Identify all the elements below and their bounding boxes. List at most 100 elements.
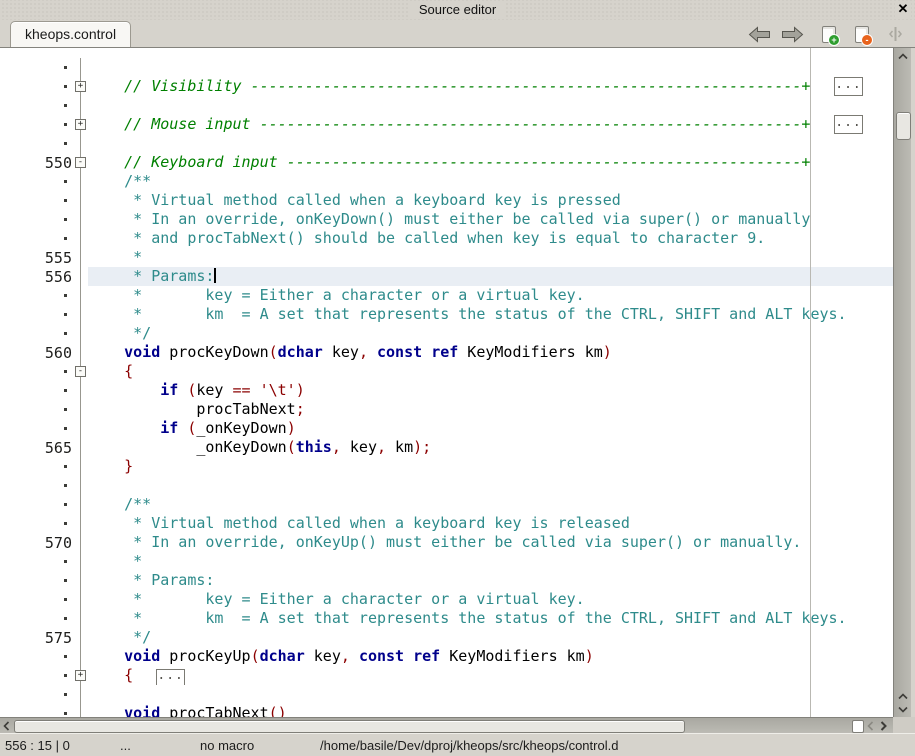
code-line[interactable]: + {... — [0, 666, 893, 685]
fold-expand-toggle[interactable]: + — [75, 81, 86, 92]
code-line[interactable]: - { — [0, 362, 893, 381]
code-line[interactable] — [0, 476, 893, 495]
horizontal-scrollbar[interactable] — [0, 717, 893, 733]
code-line[interactable]: * key = Either a character or a virtual … — [0, 590, 893, 609]
fold-cell — [74, 476, 88, 495]
scroll-left-button[interactable] — [0, 719, 13, 732]
code-line[interactable]: void procKeyUp(dchar key, const ref KeyM… — [0, 647, 893, 666]
vertical-scrollbar[interactable] — [893, 48, 911, 717]
code-line[interactable]: /** — [0, 172, 893, 191]
code-line[interactable]: 550- // Keyboard input -----------------… — [0, 153, 893, 172]
title-bar[interactable]: Source editor ✕ — [0, 0, 915, 20]
code-text[interactable]: * km = A set that represents the status … — [88, 609, 893, 628]
close-document-button[interactable]: - — [850, 24, 874, 44]
code-text[interactable]: * key = Either a character or a virtual … — [88, 286, 893, 305]
code-line[interactable]: 565 _onKeyDown(this, key, km); — [0, 438, 893, 457]
code-text[interactable] — [88, 685, 893, 704]
code-line[interactable]: /** — [0, 495, 893, 514]
code-text[interactable]: * In an override, onKeyDown() must eithe… — [88, 210, 893, 229]
code-line[interactable]: 570 * In an override, onKeyUp() must eit… — [0, 533, 893, 552]
code-text[interactable]: * Params: — [88, 571, 893, 590]
code-line[interactable]: */ — [0, 324, 893, 343]
horizontal-scrollbar-thumb[interactable] — [14, 720, 685, 733]
collapsed-fold-box[interactable]: ... — [834, 115, 863, 134]
code-line[interactable]: 555 * — [0, 248, 893, 267]
code-line[interactable]: void procTabNext() — [0, 704, 893, 717]
code-line[interactable]: * In an override, onKeyDown() must eithe… — [0, 210, 893, 229]
code-line[interactable] — [0, 134, 893, 153]
code-line[interactable]: * Virtual method called when a keyboard … — [0, 191, 893, 210]
line-number: 555 — [10, 248, 74, 267]
scroll-up-button[interactable] — [894, 50, 911, 63]
new-document-button[interactable]: + — [817, 24, 841, 44]
forward-button[interactable] — [780, 24, 804, 44]
code-text[interactable]: _onKeyDown(this, key, km); — [88, 438, 893, 457]
fold-expand-toggle[interactable]: + — [75, 670, 86, 681]
fold-collapse-toggle[interactable]: - — [75, 157, 86, 168]
code-line[interactable]: 556 * Params: — [0, 267, 893, 286]
code-text[interactable] — [88, 58, 893, 77]
back-button[interactable] — [747, 24, 771, 44]
code-line[interactable]: * km = A set that represents the status … — [0, 305, 893, 324]
code-line[interactable] — [0, 58, 893, 77]
code-text[interactable]: void procKeyDown(dchar key, const ref Ke… — [88, 343, 893, 362]
fold-cell — [74, 324, 88, 343]
code-text[interactable]: * km = A set that represents the status … — [88, 305, 893, 324]
code-line[interactable]: + // Mouse input -----------------------… — [0, 115, 893, 134]
scroll-right-button[interactable] — [877, 719, 890, 732]
code-text[interactable] — [88, 96, 893, 115]
code-text[interactable]: if (key == '\t') — [88, 381, 893, 400]
code-text[interactable]: void procKeyUp(dchar key, const ref KeyM… — [88, 647, 893, 666]
code-text[interactable] — [88, 476, 893, 495]
code-line[interactable] — [0, 685, 893, 704]
code-text[interactable]: void procTabNext() — [88, 704, 893, 717]
split-view-button[interactable] — [883, 24, 907, 44]
code-text[interactable] — [88, 134, 893, 153]
code-line[interactable]: if (key == '\t') — [0, 381, 893, 400]
code-line[interactable]: + // Visibility ------------------------… — [0, 77, 893, 96]
code-line[interactable]: * and procTabNext() should be called whe… — [0, 229, 893, 248]
vertical-scrollbar-thumb[interactable] — [896, 112, 911, 140]
code-line[interactable]: * Params: — [0, 571, 893, 590]
close-icon[interactable]: ✕ — [895, 1, 911, 17]
collapsed-fold-box[interactable]: ... — [156, 669, 185, 685]
code-text[interactable]: * and procTabNext() should be called whe… — [88, 229, 893, 248]
code-text[interactable]: {... — [88, 666, 893, 685]
code-line[interactable]: * km = A set that represents the status … — [0, 609, 893, 628]
code-line[interactable]: * — [0, 552, 893, 571]
code-text[interactable]: * key = Either a character or a virtual … — [88, 590, 893, 609]
code-text[interactable]: } — [88, 457, 893, 476]
tab-kheops-control[interactable]: kheops.control — [10, 21, 131, 47]
scroll-left-button-right[interactable] — [864, 719, 877, 732]
code-line[interactable]: procTabNext; — [0, 400, 893, 419]
code-text[interactable]: // Visibility --------------------------… — [88, 77, 893, 96]
code-text[interactable]: /** — [88, 495, 893, 514]
code-line[interactable]: * Virtual method called when a keyboard … — [0, 514, 893, 533]
code-text[interactable]: /** — [88, 172, 893, 191]
code-line[interactable]: * key = Either a character or a virtual … — [0, 286, 893, 305]
code-line[interactable]: 575 */ — [0, 628, 893, 647]
code-text[interactable]: * In an override, onKeyUp() must either … — [88, 533, 893, 552]
line-dot-icon — [64, 218, 67, 221]
code-text[interactable]: * Params: — [88, 267, 893, 286]
code-text[interactable]: // Mouse input -------------------------… — [88, 115, 893, 134]
code-text[interactable]: * — [88, 248, 893, 267]
code-text[interactable]: * Virtual method called when a keyboard … — [88, 514, 893, 533]
code-line[interactable] — [0, 96, 893, 115]
fold-collapse-toggle[interactable]: - — [75, 366, 86, 377]
scroll-down-button[interactable] — [894, 703, 911, 716]
code-text[interactable]: procTabNext; — [88, 400, 893, 419]
code-text[interactable]: if (_onKeyDown) — [88, 419, 893, 438]
fold-expand-toggle[interactable]: + — [75, 119, 86, 130]
code-line[interactable]: } — [0, 457, 893, 476]
code-text[interactable]: */ — [88, 628, 893, 647]
code-text[interactable]: * Virtual method called when a keyboard … — [88, 191, 893, 210]
code-line[interactable]: 560 void procKeyDown(dchar key, const re… — [0, 343, 893, 362]
scroll-up-button-bottom[interactable] — [894, 690, 911, 703]
collapsed-fold-box[interactable]: ... — [834, 77, 863, 96]
code-text[interactable]: // Keyboard input ----------------------… — [88, 153, 893, 172]
code-text[interactable]: * — [88, 552, 893, 571]
code-line[interactable]: if (_onKeyDown) — [0, 419, 893, 438]
code-text[interactable]: { — [88, 362, 893, 381]
code-text[interactable]: */ — [88, 324, 893, 343]
